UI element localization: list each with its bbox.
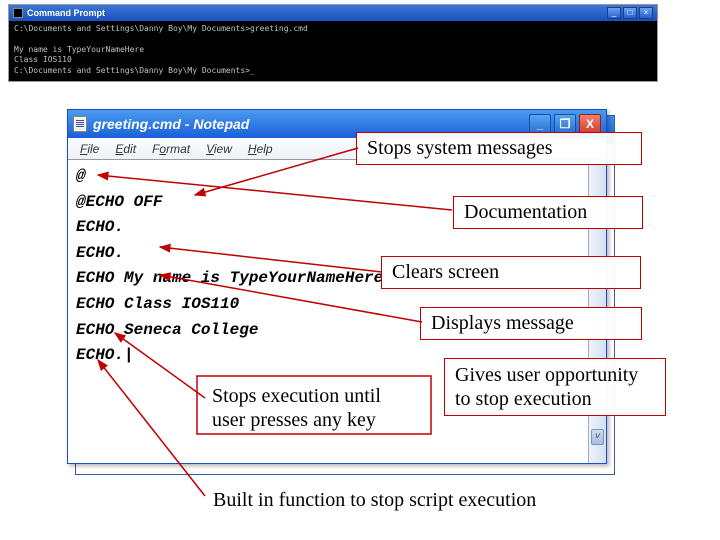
cmd-close-button[interactable]: × — [639, 7, 653, 19]
menu-edit[interactable]: Edit — [107, 140, 144, 158]
annotation-clears-screen: Clears screen — [381, 256, 641, 289]
cmd-minimize-button[interactable]: _ — [607, 7, 621, 19]
menu-view[interactable]: View — [198, 140, 240, 158]
cmd-output: C:\Documents and Settings\Danny Boy\My D… — [9, 21, 657, 81]
annotation-stops-messages: Stops system messages — [356, 132, 642, 165]
menu-file[interactable]: File — [72, 140, 107, 158]
notepad-maximize-button[interactable]: ❐ — [554, 114, 576, 134]
annotation-stops-execution: Stops execution until user presses any k… — [202, 380, 420, 436]
notepad-minimize-button[interactable]: _ — [529, 114, 551, 134]
scrollbar-down-arrow[interactable]: ˅ — [591, 429, 604, 445]
cmd-icon — [13, 8, 23, 18]
annotation-builtin-function: Built in function to stop script executi… — [203, 485, 643, 516]
notepad-window-controls: _ ❐ X — [529, 114, 601, 134]
menu-help[interactable]: Help — [240, 140, 281, 158]
code-line: @ — [76, 164, 598, 190]
notepad-icon — [73, 116, 87, 132]
command-prompt-window: Command Prompt _ □ × C:\Documents and Se… — [8, 4, 658, 82]
annotation-gives-opportunity: Gives user opportunity to stop execution — [444, 358, 666, 416]
notepad-close-button[interactable]: X — [579, 114, 601, 134]
cmd-title: Command Prompt — [27, 8, 607, 18]
notepad-title: greeting.cmd - Notepad — [93, 116, 529, 132]
cmd-window-controls: _ □ × — [607, 7, 653, 19]
cmd-maximize-button[interactable]: □ — [623, 7, 637, 19]
menu-format[interactable]: Format — [144, 140, 198, 158]
annotation-documentation: Documentation — [453, 196, 643, 229]
cmd-titlebar: Command Prompt _ □ × — [9, 5, 657, 21]
annotation-displays-message: Displays message — [420, 307, 642, 340]
